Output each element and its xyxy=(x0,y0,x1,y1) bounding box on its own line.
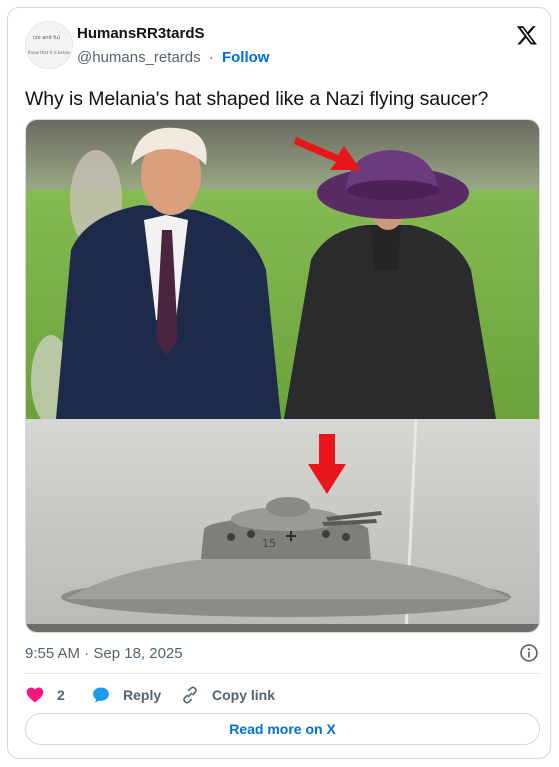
reply-bubble-icon xyxy=(93,687,109,703)
photo-flying-saucer: 15 xyxy=(26,419,539,632)
photo-couple-walking xyxy=(26,120,539,419)
divider xyxy=(25,673,540,674)
avatar-text-top: (so and fu) xyxy=(33,35,61,41)
copy-link-button[interactable]: Copy link xyxy=(180,684,275,706)
read-more-button[interactable]: Read more on X xyxy=(25,713,540,745)
avatar-text-bottom: Know that it is below xyxy=(28,50,70,55)
like-count: 2 xyxy=(57,687,65,703)
link-icon xyxy=(183,686,197,704)
author-display-name[interactable]: HumansRR3tardS xyxy=(77,25,205,42)
svg-text:15: 15 xyxy=(262,537,276,550)
tweet-card: (so and fu) Know that it is below Humans… xyxy=(7,7,551,759)
reply-button[interactable]: Reply xyxy=(91,684,161,706)
like-button[interactable]: 2 xyxy=(25,684,65,706)
tweet-text: Why is Melania's hat shaped like a Nazi … xyxy=(25,88,489,110)
info-icon[interactable] xyxy=(519,643,539,663)
author-handle[interactable]: @humans_retards xyxy=(77,49,201,66)
copy-link-label: Copy link xyxy=(212,687,276,703)
tweet-timestamp[interactable]: 9:55 AM · Sep 18, 2025 xyxy=(25,645,183,662)
author-handle-row: @humans_retards · Follow xyxy=(77,49,269,66)
author-avatar[interactable]: (so and fu) Know that it is below xyxy=(25,21,73,69)
tweet-media[interactable]: 15 xyxy=(25,119,540,633)
reply-label: Reply xyxy=(123,687,162,703)
follow-button[interactable]: Follow xyxy=(222,49,270,66)
x-logo-icon[interactable] xyxy=(516,24,538,46)
handle-separator: · xyxy=(208,49,214,66)
heart-icon xyxy=(26,687,44,703)
